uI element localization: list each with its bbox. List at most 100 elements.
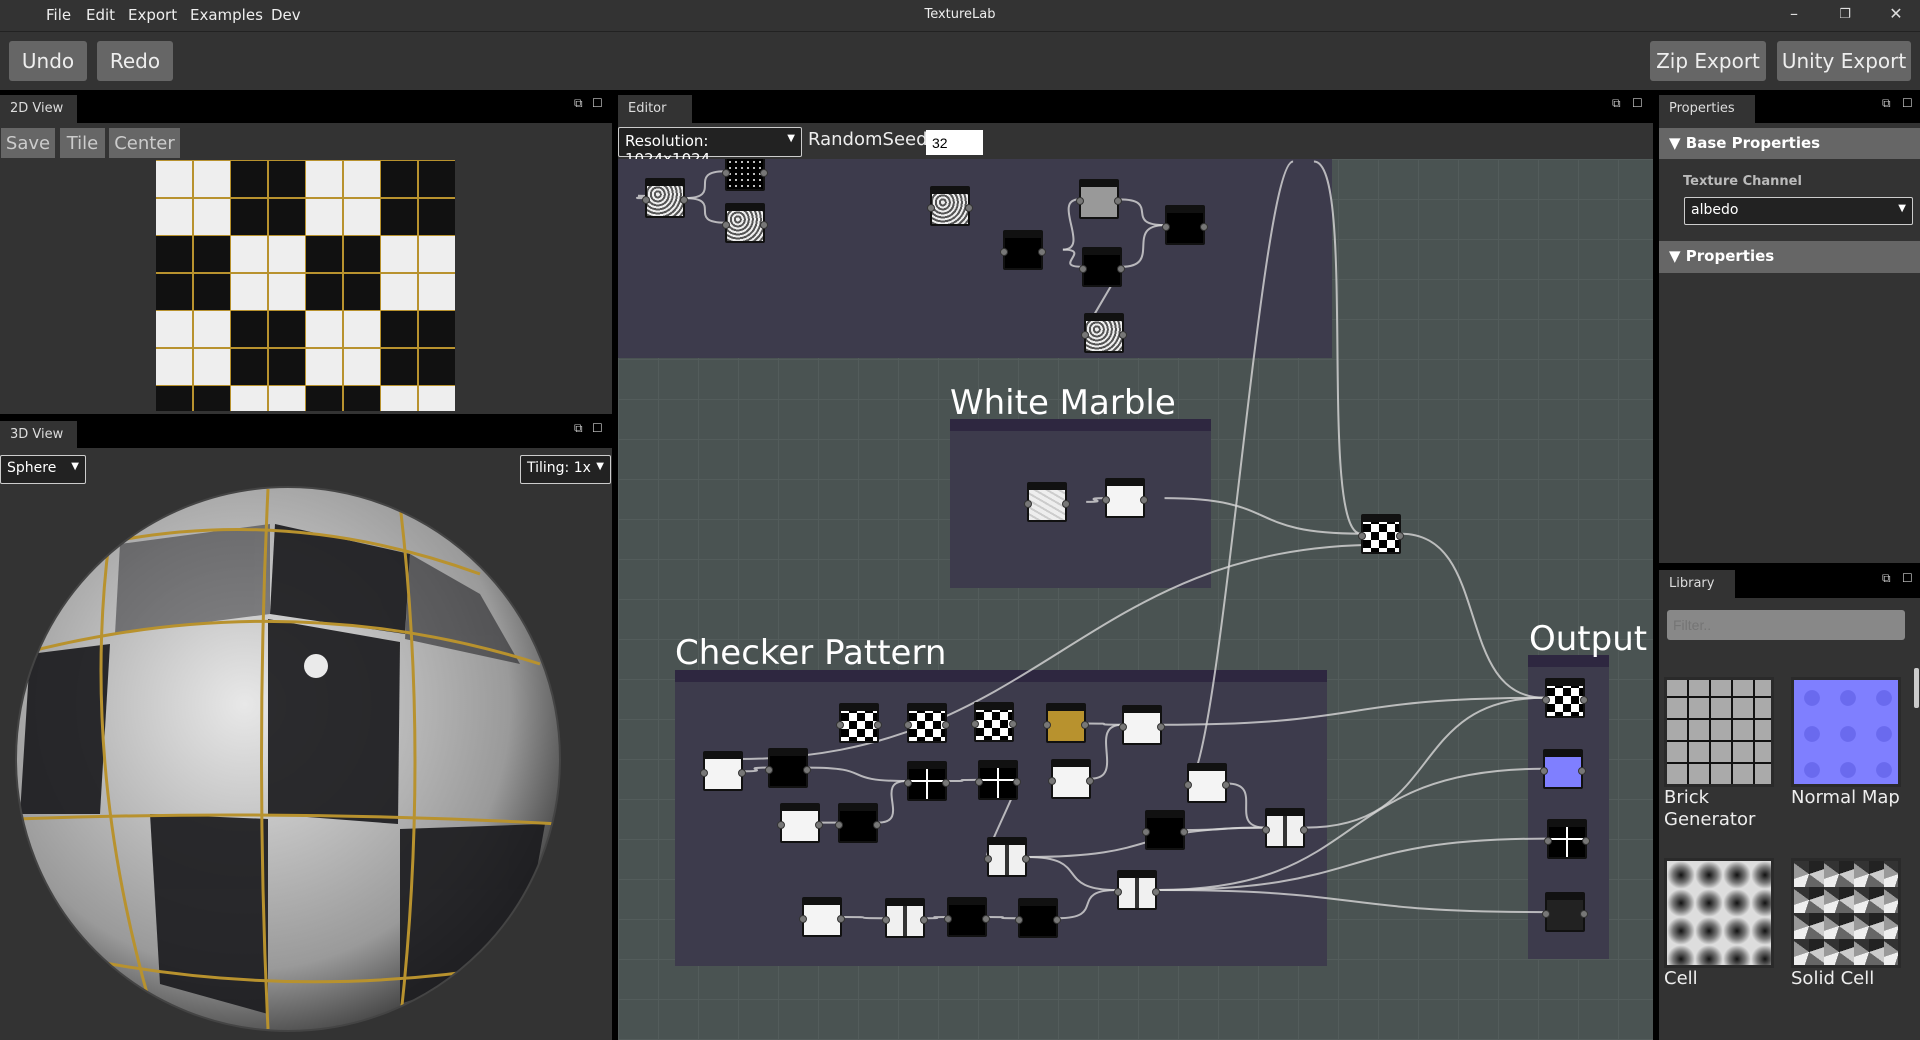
node-port[interactable] [919, 916, 928, 925]
node-port[interactable] [941, 779, 950, 788]
save-button[interactable]: Save [1, 128, 55, 158]
graph-node[interactable] [974, 759, 1021, 800]
graph-node[interactable] [722, 202, 769, 243]
graph-node[interactable] [970, 702, 1017, 743]
node-port[interactable] [1101, 496, 1110, 505]
graph-node[interactable] [943, 896, 990, 937]
node-port[interactable] [1078, 264, 1087, 273]
node-port[interactable] [1262, 825, 1271, 834]
menu-edit[interactable]: Edit [86, 6, 115, 24]
node-port[interactable] [1199, 223, 1208, 232]
texture-preview[interactable] [156, 160, 455, 411]
node-port[interactable] [1081, 330, 1090, 339]
texture-channel-select[interactable]: albedo ▼ [1684, 197, 1913, 225]
undo-button[interactable]: Undo [9, 41, 87, 81]
graph-node[interactable] [1541, 892, 1588, 933]
menu-export[interactable]: Export [128, 6, 177, 24]
center-button[interactable]: Center [109, 128, 180, 158]
node-port[interactable] [903, 779, 912, 788]
tab-2d-view[interactable]: 2D View [0, 95, 77, 123]
node-port[interactable] [1048, 776, 1057, 785]
graph-node[interactable] [641, 178, 688, 219]
graph-node[interactable] [1541, 677, 1588, 718]
graph-node[interactable] [1081, 312, 1128, 353]
graph-node[interactable] [1540, 748, 1587, 789]
redo-button[interactable]: Redo [97, 41, 173, 81]
graph-node[interactable] [1161, 205, 1208, 246]
node-port[interactable] [1023, 499, 1032, 508]
node-port[interactable] [760, 220, 769, 229]
node-port[interactable] [799, 914, 808, 923]
graph-node[interactable] [1048, 758, 1095, 799]
graph-node[interactable] [903, 703, 950, 744]
node-port[interactable] [1114, 888, 1123, 897]
tab-3d-view[interactable]: 3D View [0, 421, 77, 449]
library-filter-input[interactable] [1667, 610, 1905, 640]
node-port[interactable] [1357, 531, 1366, 540]
node-port[interactable] [873, 820, 881, 829]
node-port[interactable] [903, 721, 912, 730]
node-port[interactable] [964, 203, 973, 212]
menu-dev[interactable]: Dev [271, 6, 301, 24]
tab-library[interactable]: Library [1659, 570, 1735, 598]
node-port[interactable] [974, 777, 983, 786]
node-port[interactable] [679, 196, 688, 205]
node-port[interactable] [1541, 910, 1550, 919]
node-port[interactable] [1119, 722, 1128, 731]
sphere-preview[interactable] [0, 484, 612, 1040]
node-port[interactable] [1581, 836, 1590, 845]
random-seed-input[interactable] [926, 130, 983, 155]
unity-export-button[interactable]: Unity Export [1777, 41, 1911, 81]
shape-select[interactable]: Sphere ▼ [0, 455, 86, 484]
graph-node[interactable] [1142, 810, 1189, 851]
close-icon[interactable]: ✕ [1881, 4, 1911, 23]
tile-button[interactable]: Tile [60, 128, 105, 158]
maximize-icon[interactable]: ☐ [592, 421, 603, 435]
graph-node[interactable] [1262, 807, 1309, 848]
tab-editor[interactable]: Editor [618, 95, 692, 123]
undock-icon[interactable]: ⧉ [1882, 571, 1891, 586]
node-graph-canvas[interactable]: White Marble Checker Pattern Output [618, 159, 1653, 1040]
library-item-brick-generator[interactable]: Brick Generator [1664, 677, 1784, 831]
node-port[interactable] [984, 854, 993, 863]
node-port[interactable] [1541, 695, 1550, 704]
node-port[interactable] [1015, 916, 1023, 925]
node-port[interactable] [641, 196, 650, 205]
menu-examples[interactable]: Examples [190, 6, 263, 24]
menu-file[interactable]: File [46, 6, 71, 24]
graph-node[interactable] [1114, 870, 1161, 911]
node-port[interactable] [1116, 264, 1125, 273]
graph-node[interactable] [1023, 481, 1070, 522]
library-item-solid-cell[interactable]: Solid Cell [1791, 858, 1911, 990]
node-port[interactable] [970, 720, 979, 729]
node-port[interactable] [1579, 695, 1588, 704]
graph-node[interactable] [777, 802, 824, 843]
graph-node[interactable] [1000, 229, 1047, 270]
graph-node[interactable] [926, 185, 973, 226]
tiling-select[interactable]: Tiling: 1x ▼ [520, 455, 611, 484]
graph-node[interactable] [903, 761, 950, 802]
maximize-icon[interactable]: ☐ [1902, 571, 1913, 585]
node-port[interactable] [1119, 330, 1128, 339]
graph-node[interactable] [1357, 513, 1404, 554]
tab-properties[interactable]: Properties [1659, 95, 1755, 123]
node-port[interactable] [1543, 836, 1552, 845]
maximize-icon[interactable]: ☐ [1902, 96, 1913, 110]
graph-node[interactable] [881, 898, 928, 939]
library-scrollbar[interactable] [1914, 668, 1919, 708]
graph-node[interactable] [835, 802, 881, 843]
undock-icon[interactable]: ⧉ [574, 421, 583, 436]
library-item-cell[interactable]: Cell [1664, 858, 1784, 990]
graph-node[interactable] [1043, 703, 1090, 744]
node-port[interactable] [1076, 197, 1085, 206]
undock-icon[interactable]: ⧉ [574, 96, 583, 111]
node-port[interactable] [1142, 828, 1151, 837]
restore-icon[interactable]: ❐ [1830, 7, 1860, 22]
node-port[interactable] [981, 914, 990, 923]
undock-icon[interactable]: ⧉ [1612, 96, 1621, 111]
zip-export-button[interactable]: Zip Export [1650, 41, 1766, 81]
base-properties-section[interactable]: ▼ Base Properties [1659, 128, 1920, 159]
node-port[interactable] [943, 914, 952, 923]
graph-node[interactable] [984, 836, 1031, 877]
node-port[interactable] [1300, 825, 1309, 834]
